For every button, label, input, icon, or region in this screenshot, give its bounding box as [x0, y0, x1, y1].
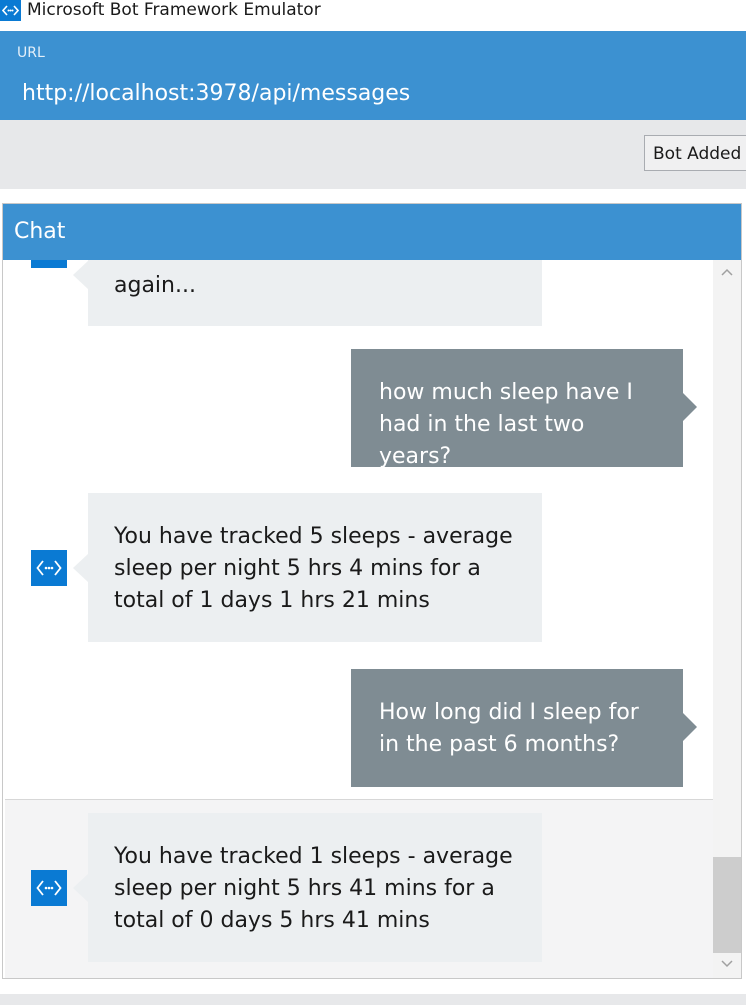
url-label: URL	[17, 45, 45, 61]
message-text: how much sleep have I had in the last tw…	[379, 380, 633, 469]
chevron-down-icon[interactable]	[719, 958, 735, 972]
url-input[interactable]: http://localhost:3978/api/messages	[22, 79, 722, 109]
title-bar: Microsoft Bot Framework Emulator	[0, 0, 746, 30]
chat-title: Chat	[14, 219, 66, 244]
scroll-thumb[interactable]	[713, 857, 741, 953]
spacer	[0, 189, 746, 203]
bot-avatar	[31, 260, 67, 268]
window-title: Microsoft Bot Framework Emulator	[27, 0, 321, 20]
bot-avatar	[31, 870, 67, 906]
user-message[interactable]: How long did I sleep for in the past 6 m…	[351, 669, 697, 787]
bot-avatar	[31, 550, 67, 586]
bot-message[interactable]: again...	[73, 260, 542, 326]
message-text: You have tracked 1 sleeps - average slee…	[114, 844, 513, 933]
bot-status-button[interactable]: Bot Added T	[644, 135, 746, 171]
address-bar: URL http://localhost:3978/api/messages	[0, 31, 746, 120]
message-text: You have tracked 5 sleeps - average slee…	[114, 524, 513, 613]
chat-scrollbar[interactable]	[713, 260, 741, 978]
message-text: again...	[114, 273, 196, 298]
bot-message[interactable]: You have tracked 1 sleeps - average slee…	[73, 813, 542, 962]
user-message[interactable]: how much sleep have I had in the last tw…	[351, 349, 697, 469]
bottom-panel-edge	[0, 994, 746, 1005]
chat-header: Chat	[3, 204, 741, 260]
chevron-up-icon[interactable]	[719, 266, 735, 280]
toolbar: Bot Added T	[0, 120, 746, 189]
chat-transcript[interactable]: again... how much sleep have I had in th…	[3, 260, 713, 978]
chat-panel: Chat again... how much sleep have I had …	[2, 203, 742, 979]
bot-message[interactable]: You have tracked 5 sleeps - average slee…	[73, 493, 542, 642]
message-text: How long did I sleep for in the past 6 m…	[379, 700, 639, 757]
bot-emulator-icon	[0, 0, 21, 21]
